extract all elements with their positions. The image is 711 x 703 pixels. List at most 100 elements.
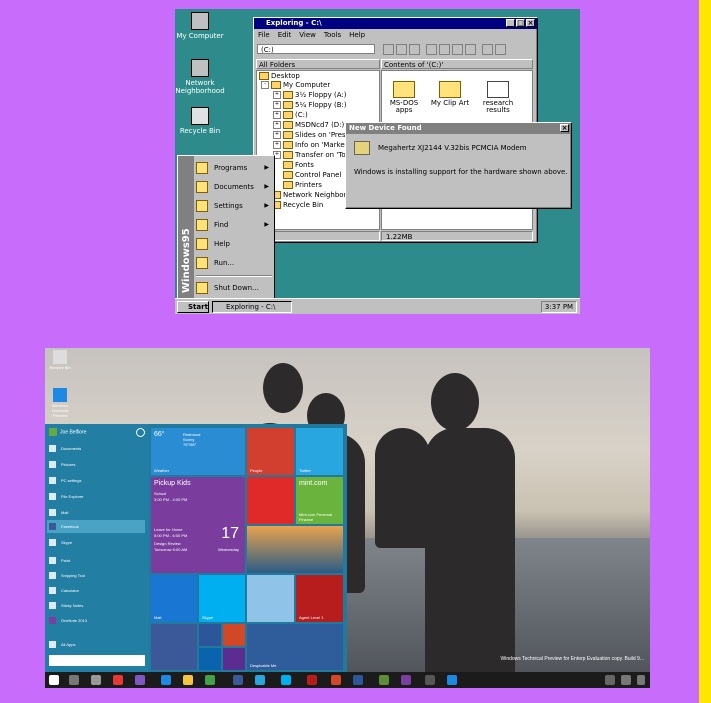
twitter-tile[interactable]: Twitter: [296, 428, 343, 475]
onedrive-tile[interactable]: [199, 648, 221, 670]
expand-icon[interactable]: +: [273, 131, 281, 139]
list-item-documents[interactable]: Documents: [47, 442, 145, 455]
paste-icon[interactable]: [452, 43, 463, 55]
undo-icon[interactable]: [465, 43, 476, 55]
desktop-icon-network[interactable]: Network Neighborhood: [175, 59, 225, 95]
settings-taskbar-icon[interactable]: [425, 675, 435, 685]
facebook-taskbar-icon[interactable]: [233, 675, 243, 685]
list-item-onenote[interactable]: OneNote 2013: [47, 614, 145, 627]
flipboard-tile[interactable]: [247, 477, 294, 524]
onenote-app-taskbar-icon[interactable]: [401, 675, 411, 685]
dialog-titlebar[interactable]: New Device Found ×: [346, 123, 571, 134]
desktop-icon-preview[interactable]: Windows Technical Preview: [47, 388, 73, 418]
tree-item[interactable]: Control Panel: [283, 171, 341, 180]
taskbar-explorer-button[interactable]: Exploring - C:\: [212, 301, 292, 313]
search-input[interactable]: [49, 655, 145, 666]
menu-help[interactable]: Help: [349, 31, 365, 39]
cut-icon[interactable]: [426, 43, 437, 55]
copy-icon[interactable]: [439, 43, 450, 55]
word-taskbar-icon[interactable]: [353, 675, 363, 685]
facebook-tile[interactable]: [151, 624, 197, 670]
menu-item-programs[interactable]: Programs ▶: [196, 159, 272, 177]
search-icon[interactable]: [69, 675, 79, 685]
explorer-titlebar[interactable]: Exploring - C:\ _ □ ×: [254, 18, 537, 29]
list-item-calculator[interactable]: Calculator: [47, 584, 145, 597]
dialog-close-button[interactable]: ×: [560, 124, 569, 132]
expand-icon[interactable]: +: [273, 101, 281, 109]
expand-icon[interactable]: +: [273, 111, 281, 119]
mail-tile[interactable]: Mail: [151, 575, 197, 622]
tree-item[interactable]: +5¼ Floppy (B:): [273, 101, 347, 110]
mint-tile[interactable]: mint.com Mint.com Personal Finance: [296, 477, 343, 524]
map-drive-icon[interactable]: [396, 43, 407, 55]
menu-item-run[interactable]: Run...: [196, 254, 272, 272]
folder-taskbar-icon[interactable]: [183, 675, 193, 685]
disconnect-icon[interactable]: [409, 43, 420, 55]
game-tile[interactable]: [247, 575, 294, 622]
windows-start-icon[interactable]: [49, 675, 59, 685]
list-item-sticky-notes[interactable]: Sticky Notes: [47, 599, 145, 612]
desktop-icon-my-computer[interactable]: My Computer: [175, 12, 225, 40]
keyboard-icon[interactable]: [605, 675, 615, 685]
tree-item[interactable]: Printers: [283, 181, 322, 190]
menu-edit[interactable]: Edit: [278, 31, 292, 39]
maximize-button[interactable]: □: [516, 19, 525, 27]
network-tray-icon[interactable]: [637, 675, 645, 685]
collapse-icon[interactable]: -: [261, 81, 269, 89]
all-apps-link[interactable]: All Apps: [47, 638, 145, 651]
list-item-pictures[interactable]: Pictures: [47, 458, 145, 471]
video-taskbar-icon[interactable]: [307, 675, 317, 685]
up-folder-icon[interactable]: [383, 43, 394, 55]
people-tile[interactable]: People: [247, 428, 294, 475]
expand-icon[interactable]: +: [273, 91, 281, 99]
menu-file[interactable]: File: [258, 31, 270, 39]
properties-icon[interactable]: [495, 43, 506, 55]
delete-icon[interactable]: [482, 43, 493, 55]
menu-item-settings[interactable]: Settings ▶: [196, 197, 272, 215]
skype-tile[interactable]: Skype: [199, 575, 245, 622]
list-item-mail[interactable]: Mail: [47, 506, 145, 519]
list-item-pc-settings[interactable]: PC settings: [47, 474, 145, 487]
menu-item-find[interactable]: Find ▶: [196, 216, 272, 234]
yammer-tile[interactable]: [223, 648, 245, 670]
close-button[interactable]: ×: [526, 19, 535, 27]
powerpoint-tile[interactable]: [223, 624, 245, 646]
weather-tile[interactable]: 66° Redmond Sunny 76°/58° Weather: [151, 428, 245, 475]
tree-item[interactable]: + MSDNcd7 (D:): [273, 121, 344, 130]
content-item-clipart[interactable]: My Clip Art: [430, 81, 470, 107]
expand-icon[interactable]: +: [273, 121, 281, 129]
start-button[interactable]: Start: [177, 301, 209, 313]
content-item-research[interactable]: research results: [478, 81, 518, 114]
tree-item[interactable]: + (C:): [273, 111, 308, 120]
tree-item[interactable]: + Info on 'Marketir: [273, 141, 352, 150]
tree-item[interactable]: Desktop: [259, 72, 300, 81]
tree-item[interactable]: Fonts: [283, 161, 314, 170]
address-combo[interactable]: (C:): [257, 44, 375, 54]
calendar-tile[interactable]: Pickup Kids School 3:00 PM - 4:00 PM Lea…: [151, 477, 245, 573]
weather-taskbar-icon[interactable]: [447, 675, 457, 685]
store-icon[interactable]: [205, 675, 215, 685]
tree-item[interactable]: + Slides on 'Preser: [273, 131, 353, 140]
skype-taskbar-icon[interactable]: [281, 675, 291, 685]
game-taskbar-icon[interactable]: [379, 675, 389, 685]
task-view-icon[interactable]: [91, 675, 101, 685]
list-item-facebook[interactable]: Facebook: [47, 520, 145, 533]
desktop-icon-recycle-bin[interactable]: Recycle Bin: [47, 350, 73, 370]
tree-item[interactable]: +3½ Floppy (A:): [273, 91, 346, 100]
list-item-snipping-tool[interactable]: Snipping Tool: [47, 569, 145, 582]
desktop-icon-recycle-bin[interactable]: Recycle Bin: [175, 107, 225, 135]
volume-icon[interactable]: [621, 675, 631, 685]
expand-icon[interactable]: +: [273, 141, 281, 149]
list-item-file-explorer[interactable]: File Explorer: [47, 490, 145, 503]
powerpoint-taskbar-icon[interactable]: [331, 675, 341, 685]
minimize-button[interactable]: _: [506, 19, 515, 27]
despicable-me-tile[interactable]: Despicable Me: [247, 624, 343, 670]
music-icon[interactable]: [113, 675, 123, 685]
menu-tools[interactable]: Tools: [324, 31, 341, 39]
photos-tile[interactable]: [247, 526, 343, 573]
list-item-skype[interactable]: Skype: [47, 536, 145, 549]
list-item-paint[interactable]: Paint: [47, 554, 145, 567]
power-icon[interactable]: [136, 428, 145, 437]
word-tile[interactable]: [199, 624, 221, 646]
tree-item[interactable]: - My Computer: [261, 81, 330, 90]
